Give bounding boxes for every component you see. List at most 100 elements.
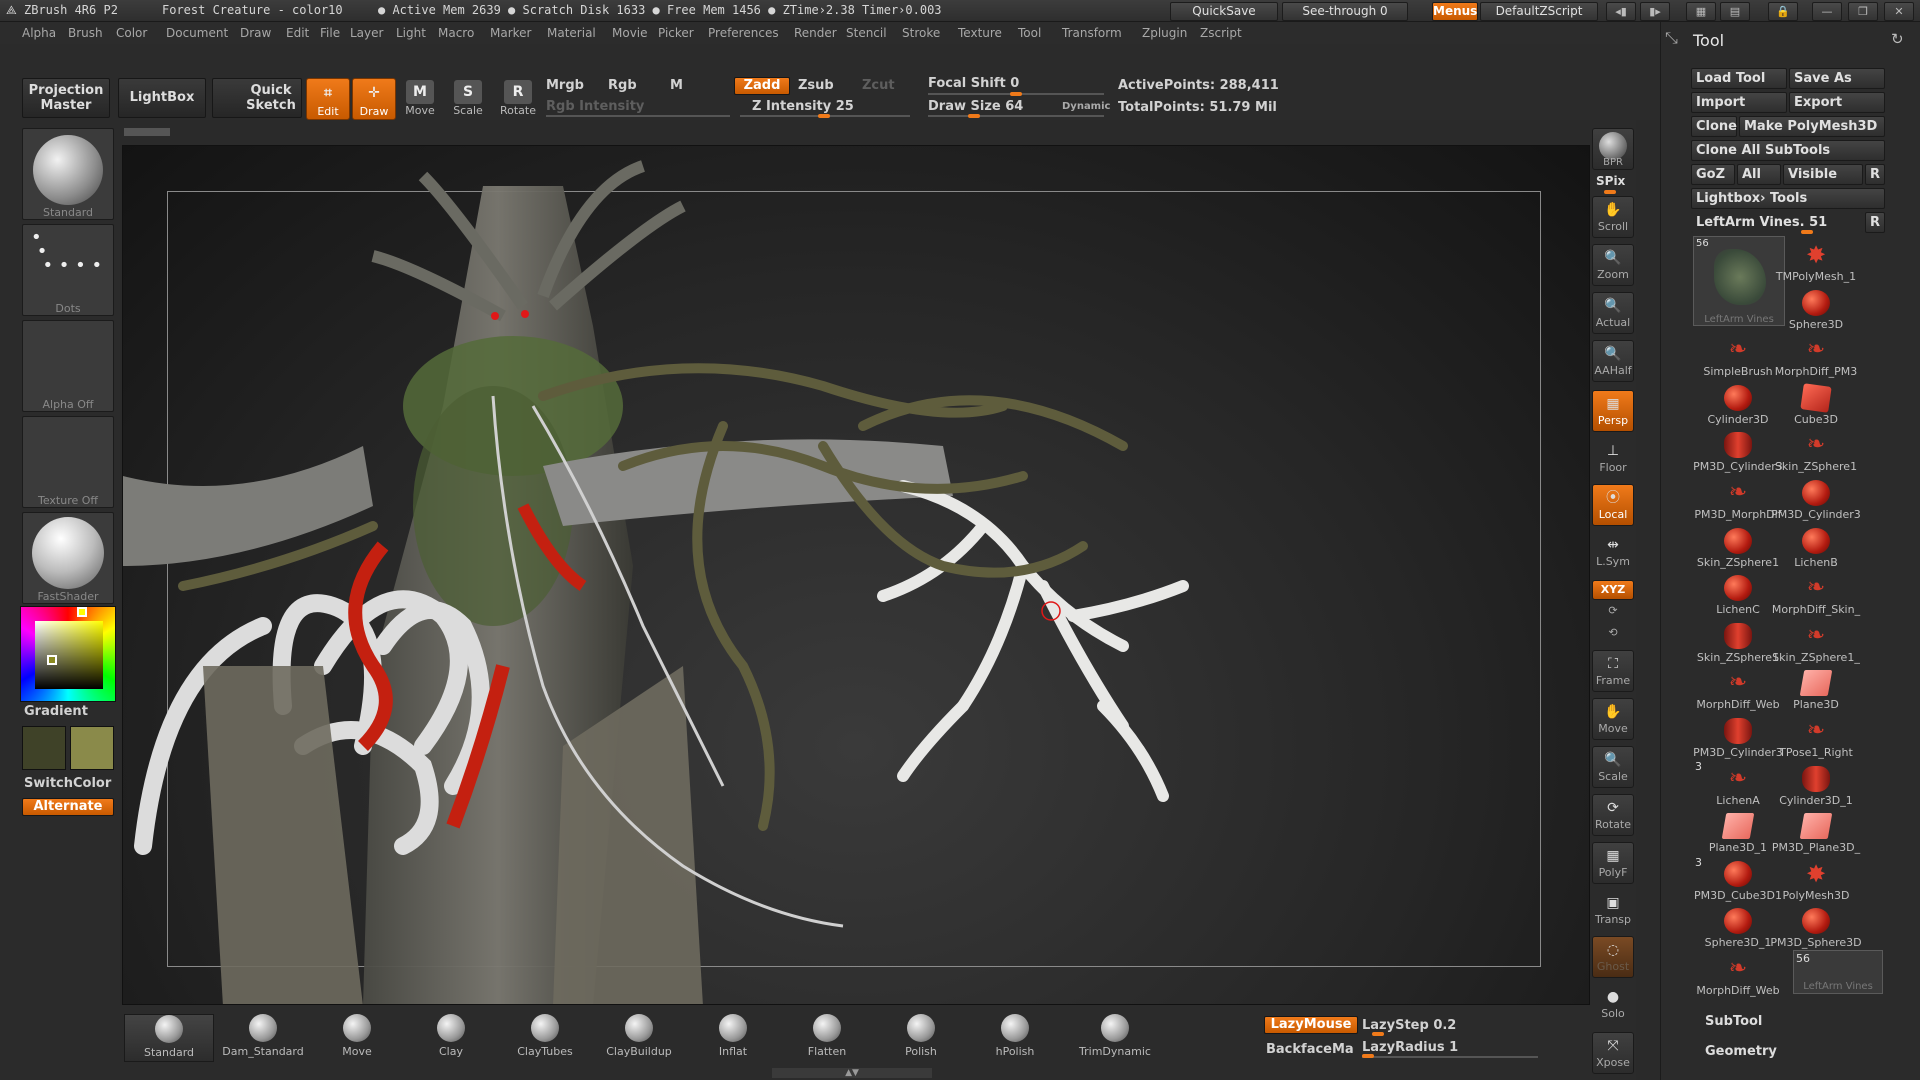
menu-light[interactable]: Light — [396, 26, 426, 40]
zadd-button[interactable]: Zadd — [734, 77, 790, 95]
layout-icon-1[interactable]: ▦ — [1686, 2, 1716, 21]
lazyradius-knob[interactable] — [1362, 1054, 1374, 1058]
menu-layer[interactable]: Layer — [350, 26, 383, 40]
rotate-axis-y-icon[interactable]: ⟳ — [1592, 604, 1634, 624]
clone-button[interactable]: Clone — [1691, 116, 1737, 137]
brush-slot[interactable]: Standard — [124, 1014, 214, 1062]
viewport-canvas[interactable] — [122, 145, 1590, 1005]
lightbox-tools-button[interactable]: Lightbox› Tools — [1691, 188, 1885, 209]
gradient-label[interactable]: Gradient — [24, 704, 88, 719]
focal-shift-knob[interactable] — [1010, 92, 1022, 96]
frame-button[interactable]: ⛶ Frame — [1592, 650, 1634, 692]
brush-slot[interactable]: Clay — [406, 1014, 496, 1062]
make-polymesh-button[interactable]: Make PolyMesh3D — [1739, 116, 1885, 137]
color-picker-square[interactable] — [35, 621, 103, 689]
brush-slot[interactable]: Polish — [876, 1014, 966, 1062]
zoom-button[interactable]: 🔍 Zoom — [1592, 244, 1634, 286]
tool-palette-pin-icon[interactable]: ⤡ — [1665, 28, 1678, 48]
menu-zscript[interactable]: Zscript — [1200, 26, 1242, 40]
quick-sketch-button[interactable]: Quick Sketch — [212, 78, 302, 118]
tool-grid-item[interactable]: ✸ TMPolyMesh_1 — [1769, 238, 1863, 286]
tool-grid-item[interactable]: PM3D_Cylinder3 — [1769, 476, 1863, 524]
export-button[interactable]: Export — [1789, 92, 1885, 113]
bottom-collapse-arrow-icon[interactable]: ▲▼ — [772, 1068, 932, 1078]
main-color-swatch[interactable] — [22, 726, 66, 770]
menu-stencil[interactable]: Stencil — [846, 26, 887, 40]
goz-button[interactable]: GoZ — [1691, 164, 1735, 185]
lsym-button[interactable]: ⇹ L.Sym — [1592, 532, 1634, 574]
material-picker[interactable]: FastShader — [22, 512, 114, 604]
brush-slot[interactable]: hPolish — [970, 1014, 1060, 1062]
lazystep-slider[interactable]: LazyStep 0.2 — [1362, 1018, 1456, 1033]
brush-slot[interactable]: Inflat — [688, 1014, 778, 1062]
lazymouse-button[interactable]: LazyMouse — [1264, 1016, 1358, 1034]
tool-grid-item[interactable]: PM3D_Plane3D_ — [1769, 809, 1863, 857]
menus-toggle[interactable]: Menus — [1432, 2, 1478, 21]
mrgb-button[interactable]: Mrgb — [546, 78, 584, 93]
brush-slot[interactable]: ClayBuildup — [594, 1014, 684, 1062]
brush-slot[interactable]: Move — [312, 1014, 402, 1062]
current-tool-r-button[interactable]: R — [1865, 212, 1885, 233]
current-tool-knob[interactable] — [1801, 230, 1813, 234]
tool-grid-item[interactable]: ❧ Skin_ZSphere1_ — [1769, 619, 1863, 667]
menu-stroke[interactable]: Stroke — [902, 26, 940, 40]
brush-slot[interactable]: ClayTubes — [500, 1014, 590, 1062]
menu-movie[interactable]: Movie — [612, 26, 648, 40]
quicksave-button[interactable]: QuickSave — [1170, 2, 1278, 21]
projection-master-button[interactable]: Projection Master — [22, 78, 110, 118]
brush-slot[interactable]: Flatten — [782, 1014, 872, 1062]
tool-grid-item[interactable]: ❧ MorphDiff_Skin_ — [1769, 571, 1863, 619]
tool-grid-item[interactable]: ❧ MorphDiff_Web — [1691, 952, 1785, 1000]
draw-size-knob[interactable] — [968, 114, 980, 118]
import-button[interactable]: Import — [1691, 92, 1787, 113]
actual-button[interactable]: 🔍 Actual — [1592, 292, 1634, 334]
scroll-button[interactable]: ✋ Scroll — [1592, 196, 1634, 238]
menu-color[interactable]: Color — [116, 26, 147, 40]
spix-knob[interactable] — [1604, 190, 1616, 194]
menu-file[interactable]: File — [320, 26, 340, 40]
solo-button[interactable]: ● Solo — [1592, 984, 1634, 1026]
lazystep-knob[interactable] — [1372, 1032, 1384, 1036]
bpr-button[interactable]: BPR — [1592, 128, 1634, 170]
stroke-picker[interactable]: • • • • • • Dots — [22, 224, 114, 316]
menu-texture[interactable]: Texture — [958, 26, 1002, 40]
default-zscript-button[interactable]: DefaultZScript — [1480, 2, 1598, 21]
layout-next-icon[interactable]: ▮▸ — [1640, 2, 1670, 21]
local-button[interactable]: ⦿ Local — [1592, 484, 1634, 526]
floor-button[interactable]: ⊥ Floor — [1592, 438, 1634, 480]
backface-mask-button[interactable]: BackfaceMa — [1266, 1042, 1354, 1057]
xpose-button[interactable]: ⤧ Xpose — [1592, 1032, 1634, 1074]
draw-button[interactable]: ✛ Draw — [352, 78, 396, 120]
rgb-intensity-slider[interactable]: Rgb Intensity — [546, 99, 644, 114]
menu-zplugin[interactable]: Zplugin — [1142, 26, 1187, 40]
minimize-icon[interactable]: — — [1812, 2, 1842, 21]
save-as-button[interactable]: Save As — [1789, 68, 1885, 89]
zcut-button[interactable]: Zcut — [862, 78, 895, 93]
menu-brush[interactable]: Brush — [68, 26, 103, 40]
secondary-color-swatch[interactable] — [70, 726, 114, 770]
color-picker[interactable] — [20, 606, 116, 702]
lock-icon[interactable]: 🔒 — [1768, 2, 1798, 21]
spix-slider[interactable]: SPix — [1596, 174, 1625, 188]
lazyradius-slider[interactable]: LazyRadius 1 — [1362, 1040, 1458, 1055]
lightbox-button[interactable]: LightBox — [118, 78, 206, 118]
brush-slot[interactable]: Dam_Standard — [218, 1014, 308, 1062]
polyf-button[interactable]: ▦ PolyF — [1592, 842, 1634, 884]
menu-material[interactable]: Material — [547, 26, 596, 40]
rotate-axis-z-icon[interactable]: ⟲ — [1592, 626, 1634, 646]
tool-grid-item[interactable]: Plane3D — [1769, 666, 1863, 714]
clone-all-subtools-button[interactable]: Clone All SubTools — [1691, 140, 1885, 161]
move-view-button[interactable]: ✋ Move — [1592, 698, 1634, 740]
tool-palette-refresh-icon[interactable]: ↻ — [1891, 30, 1904, 48]
layout-icon-2[interactable]: ▤ — [1720, 2, 1750, 21]
menu-picker[interactable]: Picker — [658, 26, 694, 40]
menu-edit[interactable]: Edit — [286, 26, 309, 40]
maximize-icon[interactable]: ❐ — [1848, 2, 1878, 21]
tool-grid-item[interactable]: ❧ Skin_ZSphere1 — [1769, 428, 1863, 476]
tool-grid-item[interactable]: Cylinder3D_1 — [1769, 762, 1863, 810]
zsub-button[interactable]: Zsub — [798, 78, 834, 93]
see-through-slider[interactable]: See-through 0 — [1282, 2, 1408, 21]
m-button[interactable]: M — [670, 78, 683, 93]
load-tool-button[interactable]: Load Tool — [1691, 68, 1787, 89]
menu-marker[interactable]: Marker — [490, 26, 531, 40]
